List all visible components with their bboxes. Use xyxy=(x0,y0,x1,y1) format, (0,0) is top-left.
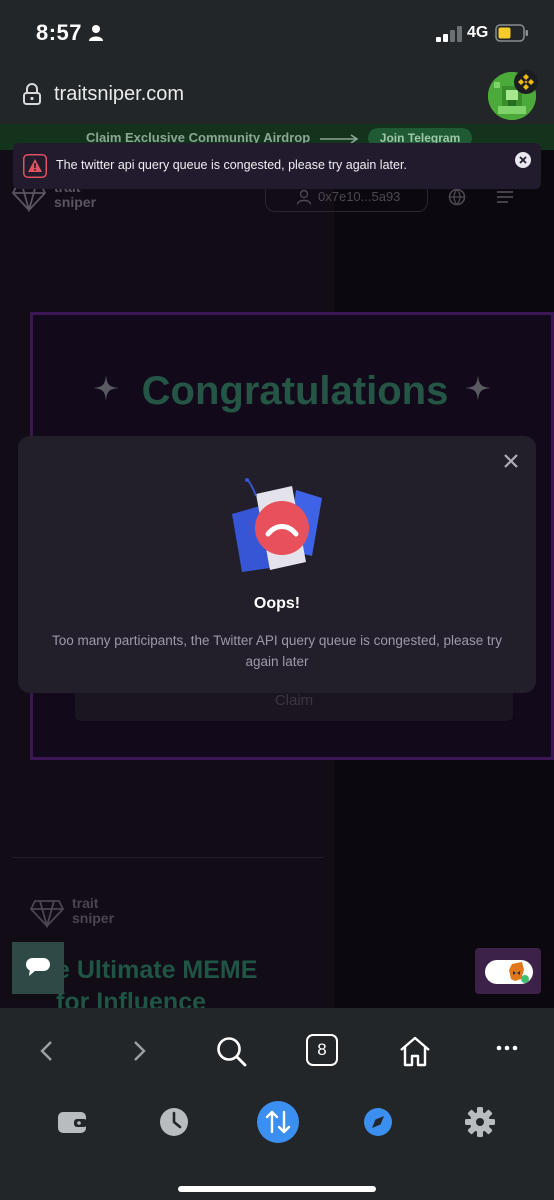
binance-icon xyxy=(514,70,538,94)
globe-icon[interactable] xyxy=(448,188,466,206)
home-icon[interactable] xyxy=(398,1034,432,1068)
more-icon[interactable] xyxy=(490,1034,524,1068)
url-bar[interactable]: traitsniper.com xyxy=(0,66,554,124)
tagline-line-2: for Influence xyxy=(56,988,207,1008)
modal-title: Oops! xyxy=(253,595,301,612)
metamask-icon xyxy=(485,960,533,984)
bottom-dock xyxy=(0,1092,554,1200)
status-time: 8:57 xyxy=(36,20,83,45)
chat-bubble-icon xyxy=(26,958,50,976)
tabs-count: 8 xyxy=(306,1034,338,1066)
history-icon[interactable] xyxy=(154,1102,194,1142)
battery-icon xyxy=(495,24,528,42)
chat-widget-button[interactable] xyxy=(12,942,64,994)
footer-logo-line-2: sniper xyxy=(72,910,115,926)
search-icon[interactable] xyxy=(214,1034,248,1068)
error-alert: The twitter api query queue is congested… xyxy=(13,143,541,189)
footer-tagline: e Ultimate MEME for Influence xyxy=(56,954,257,1008)
footer-logo: trait sniper xyxy=(30,896,130,928)
logo-line-2: sniper xyxy=(54,194,97,210)
metamask-widget[interactable] xyxy=(475,948,541,994)
browser-toolbar: 8 xyxy=(0,1008,554,1092)
url-text[interactable]: traitsniper.com xyxy=(54,83,184,106)
person-icon xyxy=(89,25,103,41)
sad-face-illustration xyxy=(232,478,322,572)
divider xyxy=(12,857,324,858)
close-icon[interactable] xyxy=(514,151,532,169)
alert-message: The twitter api query queue is congested… xyxy=(56,158,407,172)
swap-icon[interactable] xyxy=(256,1100,300,1144)
modal-message: Too many participants, the Twitter API q… xyxy=(51,633,502,669)
back-icon[interactable] xyxy=(30,1034,64,1068)
gem-icon xyxy=(30,900,64,928)
sparkle-icon xyxy=(465,375,491,401)
tabs-icon[interactable]: 8 xyxy=(306,1034,340,1068)
wallet-address: 0x7e10...5a93 xyxy=(318,189,401,204)
status-bar: 8:57 4G xyxy=(0,0,554,66)
close-icon[interactable] xyxy=(502,452,520,470)
user-icon xyxy=(296,189,312,205)
menu-icon[interactable] xyxy=(496,190,514,204)
forward-icon[interactable] xyxy=(122,1034,156,1068)
network-type: 4G xyxy=(467,24,489,41)
footer-logo-line-1: trait xyxy=(72,895,99,911)
discover-icon[interactable] xyxy=(358,1102,398,1142)
settings-icon[interactable] xyxy=(460,1102,500,1142)
tagline-line-1: e Ultimate MEME xyxy=(56,956,258,984)
error-modal: Oops! Too many participants, the Twitter… xyxy=(18,436,536,693)
lock-icon xyxy=(23,83,41,105)
wallet-icon[interactable] xyxy=(52,1102,92,1142)
home-indicator xyxy=(178,1186,376,1192)
signal-icon xyxy=(436,26,462,42)
warning-icon xyxy=(23,154,47,178)
